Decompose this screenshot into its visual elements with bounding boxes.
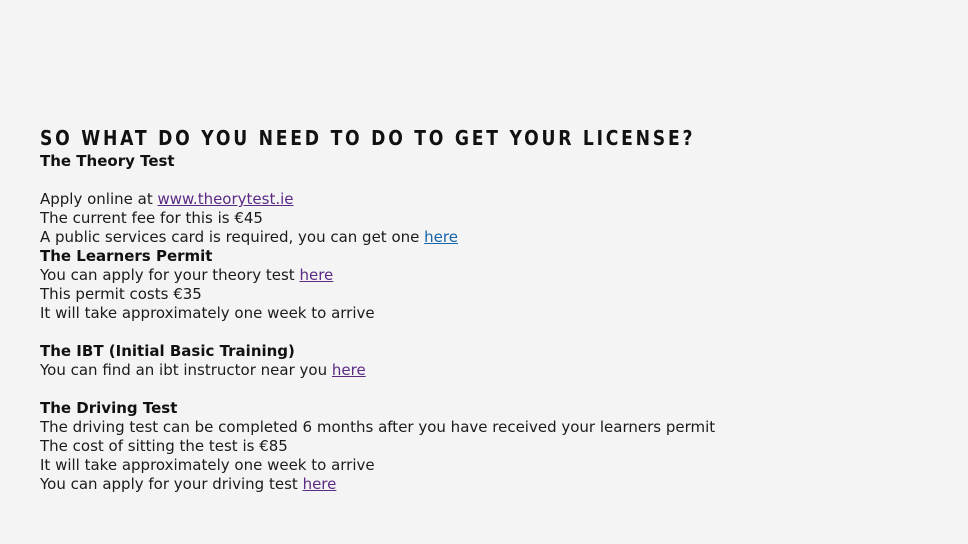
driving-arrival-text: It will take approximately one week to a… [40, 456, 375, 474]
theory-apply-line: Apply online at www.theorytest.ie [40, 190, 940, 209]
theory-fee-text: The current fee for this is €45 [40, 209, 263, 227]
theory-test-apply-link[interactable]: here [299, 266, 333, 284]
ibt-find-text: You can find an ibt instructor near you [40, 361, 328, 379]
public-services-card-line: A public services card is required, you … [40, 228, 940, 247]
theorytest-website-link[interactable]: www.theorytest.ie [158, 190, 294, 208]
learners-apply-line: You can apply for your theory test here [40, 266, 940, 285]
learners-apply-text: You can apply for your theory test [40, 266, 295, 284]
permit-arrival-text: It will take approximately one week to a… [40, 304, 375, 322]
driving-apply-text: You can apply for your driving test [40, 475, 298, 493]
license-guide-content: SO WHAT DO YOU NEED TO DO TO GET YOUR LI… [40, 124, 940, 494]
driving-cost-text: The cost of sitting the test is €85 [40, 437, 288, 455]
ibt-find-line: You can find an ibt instructor near you … [40, 361, 940, 380]
driving-test-title: The Driving Test [40, 399, 178, 417]
learners-permit-title: The Learners Permit [40, 247, 213, 265]
public-services-card-text: A public services card is required, you … [40, 228, 420, 246]
theory-test-title: The Theory Test [40, 152, 175, 170]
permit-cost-text: This permit costs €35 [40, 285, 202, 303]
public-services-card-link[interactable]: here [424, 228, 458, 246]
driving-timing-text: The driving test can be completed 6 mont… [40, 418, 716, 436]
driving-test-apply-link[interactable]: here [303, 475, 337, 493]
driving-apply-line: You can apply for your driving test here [40, 475, 940, 494]
page-heading: SO WHAT DO YOU NEED TO DO TO GET YOUR LI… [40, 126, 696, 150]
ibt-instructor-link[interactable]: here [332, 361, 366, 379]
ibt-title: The IBT (Initial Basic Training) [40, 342, 295, 360]
theory-apply-text: Apply online at [40, 190, 153, 208]
